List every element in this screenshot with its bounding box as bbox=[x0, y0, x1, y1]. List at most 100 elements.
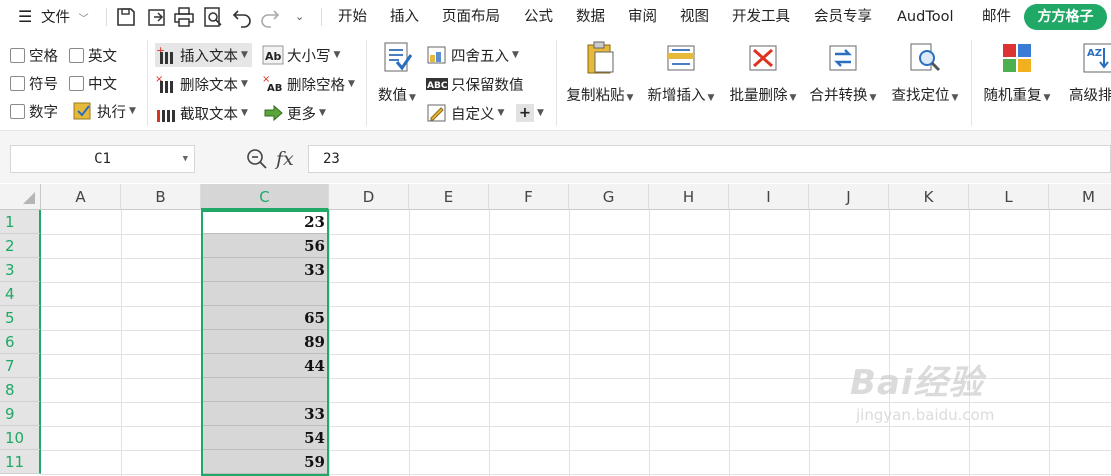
grid-line bbox=[121, 210, 122, 476]
tab-developer[interactable]: 开发工具 bbox=[732, 0, 790, 34]
customize-toolbar-icon[interactable]: ⌄ bbox=[295, 0, 304, 34]
column-header-f[interactable]: F bbox=[489, 184, 569, 210]
add-insert-button[interactable]: 新增插入 ▼ bbox=[641, 40, 721, 105]
column-header-b[interactable]: B bbox=[121, 184, 201, 210]
row-header-4[interactable]: 4 bbox=[0, 282, 41, 306]
column-header-c[interactable]: C bbox=[201, 184, 329, 210]
tab-page-layout[interactable]: 页面布局 bbox=[442, 0, 500, 34]
custom-label: 自定义 bbox=[451, 106, 495, 123]
dropdown-arrow-icon: ▼ bbox=[869, 93, 877, 103]
value-icon bbox=[384, 42, 413, 72]
tab-data[interactable]: 数据 bbox=[576, 0, 605, 34]
column-header-l[interactable]: L bbox=[969, 184, 1049, 210]
column-header-e[interactable]: E bbox=[409, 184, 489, 210]
checkbox-label: 中文 bbox=[88, 76, 117, 93]
zoom-formula-icon[interactable] bbox=[246, 148, 268, 170]
row-header-3[interactable]: 3 bbox=[0, 258, 41, 282]
cell-c10[interactable]: 54 bbox=[201, 426, 329, 450]
tab-audtool[interactable]: AudTool bbox=[897, 0, 953, 34]
cell-c8[interactable] bbox=[201, 378, 329, 402]
watermark-logo-text: Bai经验 bbox=[850, 363, 984, 403]
tab-formulas[interactable]: 公式 bbox=[524, 0, 553, 34]
checkbox-number[interactable]: 数字 bbox=[10, 100, 58, 122]
file-menu[interactable]: ☰ 文件 ﹀ bbox=[18, 0, 89, 34]
dropdown-arrow-icon: ▼ bbox=[241, 108, 248, 118]
column-header-k[interactable]: K bbox=[889, 184, 969, 210]
cell-c4[interactable] bbox=[201, 282, 329, 306]
column-header-a[interactable]: A bbox=[41, 184, 121, 210]
row-header-11[interactable]: 11 bbox=[0, 450, 41, 474]
select-all-corner[interactable] bbox=[0, 184, 41, 210]
grid-line bbox=[329, 210, 330, 476]
delete-space-button[interactable]: × AB 删除空格 ▼ bbox=[262, 72, 355, 96]
batch-delete-button[interactable]: 批量删除 ▼ bbox=[723, 40, 803, 105]
value-button[interactable]: 数值 ▼ bbox=[357, 40, 437, 105]
tab-insert[interactable]: 插入 bbox=[390, 0, 419, 34]
merge-convert-button[interactable]: 合并转换 ▼ bbox=[803, 40, 883, 105]
row-header-8[interactable]: 8 bbox=[0, 378, 41, 402]
round-button[interactable]: 四舍五入 ▼ bbox=[426, 43, 519, 67]
checkbox-space[interactable]: 空格 bbox=[10, 44, 58, 66]
tab-member[interactable]: 会员专享 bbox=[814, 0, 872, 34]
add-custom-button[interactable]: + ▼ bbox=[516, 101, 544, 125]
save-icon[interactable] bbox=[114, 5, 138, 29]
insert-function-icon[interactable]: fx bbox=[276, 148, 294, 170]
tab-view[interactable]: 视图 bbox=[680, 0, 709, 34]
extract-text-button[interactable]: 截取文本 ▼ bbox=[155, 101, 248, 125]
name-box[interactable]: C1 ▼ bbox=[10, 145, 195, 173]
cell-c5[interactable]: 65 bbox=[201, 306, 329, 330]
tab-home[interactable]: 开始 bbox=[338, 0, 367, 34]
keep-value-button[interactable]: ABC 只保留数值 bbox=[426, 72, 524, 96]
checkbox-box bbox=[69, 47, 84, 63]
random-repeat-button[interactable]: 随机重复 ▼ bbox=[977, 40, 1057, 105]
print-icon[interactable] bbox=[172, 5, 196, 29]
advanced-sort-icon: AZ bbox=[1083, 43, 1111, 73]
checkbox-english[interactable]: 英文 bbox=[69, 44, 117, 66]
row-header-2[interactable]: 2 bbox=[0, 234, 41, 258]
more-button[interactable]: 更多 ▼ bbox=[262, 101, 326, 125]
merge-convert-label: 合并转换 bbox=[809, 88, 868, 104]
formula-input[interactable]: 23 bbox=[308, 145, 1111, 173]
checkbox-box bbox=[10, 47, 25, 63]
execute-button[interactable]: 执行 ▼ bbox=[72, 99, 136, 123]
cell-c3[interactable]: 33 bbox=[201, 258, 329, 282]
redo-icon[interactable] bbox=[258, 5, 282, 29]
checkbox-symbol[interactable]: 符号 bbox=[10, 72, 58, 94]
find-locate-button[interactable]: 查找定位 ▼ bbox=[885, 40, 965, 105]
tab-mail[interactable]: 邮件 bbox=[982, 0, 1011, 34]
row-header-5[interactable]: 5 bbox=[0, 306, 41, 330]
cell-c6[interactable]: 89 bbox=[201, 330, 329, 354]
cell-c2[interactable]: 56 bbox=[201, 234, 329, 258]
custom-button[interactable]: 自定义 ▼ bbox=[426, 101, 504, 125]
row-header-9[interactable]: 9 bbox=[0, 402, 41, 426]
delete-text-icon: × bbox=[155, 74, 173, 93]
insert-text-button[interactable]: + 插入文本 ▼ bbox=[155, 43, 252, 67]
print-preview-icon[interactable] bbox=[201, 5, 225, 29]
case-button[interactable]: Ab 大小写 ▼ bbox=[262, 43, 340, 67]
svg-text:ABC: ABC bbox=[427, 81, 448, 91]
cell-c7[interactable]: 44 bbox=[201, 354, 329, 378]
cell-c9[interactable]: 33 bbox=[201, 402, 329, 426]
row-header-6[interactable]: 6 bbox=[0, 330, 41, 354]
row-header-1[interactable]: 1 bbox=[0, 210, 41, 234]
cell-c11[interactable]: 59 bbox=[201, 450, 329, 474]
tab-fangfanggezi[interactable]: 方方格子 bbox=[1024, 4, 1107, 30]
delete-text-button[interactable]: × 删除文本 ▼ bbox=[155, 72, 248, 96]
column-header-g[interactable]: G bbox=[569, 184, 649, 210]
undo-icon[interactable] bbox=[230, 5, 254, 29]
cell-c1[interactable]: 23 bbox=[201, 210, 329, 234]
column-header-i[interactable]: I bbox=[729, 184, 809, 210]
spreadsheet-grid: A B C D E F G H I J K L M 1 2 3 4 5 6 7 … bbox=[0, 184, 1111, 476]
column-header-j[interactable]: J bbox=[809, 184, 889, 210]
row-header-10[interactable]: 10 bbox=[0, 426, 41, 450]
copy-paste-button[interactable]: 复制粘贴 ▼ bbox=[560, 40, 640, 105]
tab-review[interactable]: 审阅 bbox=[628, 0, 657, 34]
column-header-m[interactable]: M bbox=[1049, 184, 1111, 210]
export-icon[interactable] bbox=[145, 5, 169, 29]
checkbox-chinese[interactable]: 中文 bbox=[69, 72, 117, 94]
column-header-h[interactable]: H bbox=[649, 184, 729, 210]
column-header-d[interactable]: D bbox=[329, 184, 409, 210]
row-header-7[interactable]: 7 bbox=[0, 354, 41, 378]
delete-space-icon: ×AB bbox=[262, 74, 282, 94]
advanced-sort-button[interactable]: AZ 高级排序 bbox=[1058, 40, 1111, 105]
